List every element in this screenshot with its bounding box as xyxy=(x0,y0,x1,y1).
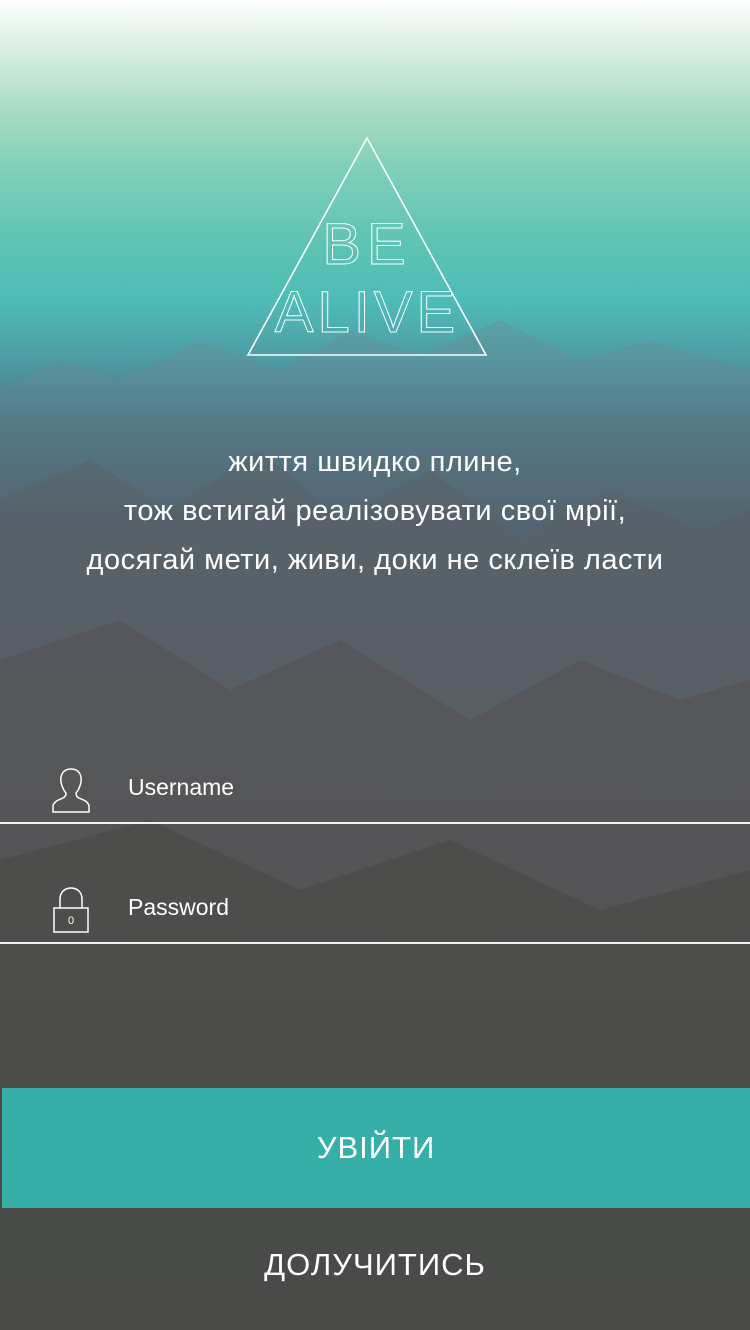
login-button[interactable]: УВІЙТИ xyxy=(2,1088,750,1208)
tagline-line-3: досягай мети, живи, доки не склеїв ласти xyxy=(86,544,664,576)
tagline-line-2: тож встигай реалізовувати свої мрії, xyxy=(123,495,627,527)
tagline-line-1: життя швидко плине, xyxy=(228,446,522,478)
password-input[interactable]: Password xyxy=(128,894,229,921)
join-button[interactable]: ДОЛУЧИТИСЬ xyxy=(0,1230,750,1300)
username-field[interactable]: Username xyxy=(0,762,750,824)
logo-line1: BE xyxy=(322,212,411,277)
lock-icon: 0 xyxy=(50,886,92,934)
tagline: життя швидко плине, тож встигай реалізов… xyxy=(0,438,750,585)
logo-line2: ALIVE xyxy=(275,280,459,345)
password-field[interactable]: 0 Password xyxy=(0,882,750,944)
user-icon xyxy=(50,766,92,814)
be-alive-logo: BE ALIVE xyxy=(246,134,488,358)
svg-text:0: 0 xyxy=(68,915,74,927)
username-input[interactable]: Username xyxy=(128,774,234,801)
